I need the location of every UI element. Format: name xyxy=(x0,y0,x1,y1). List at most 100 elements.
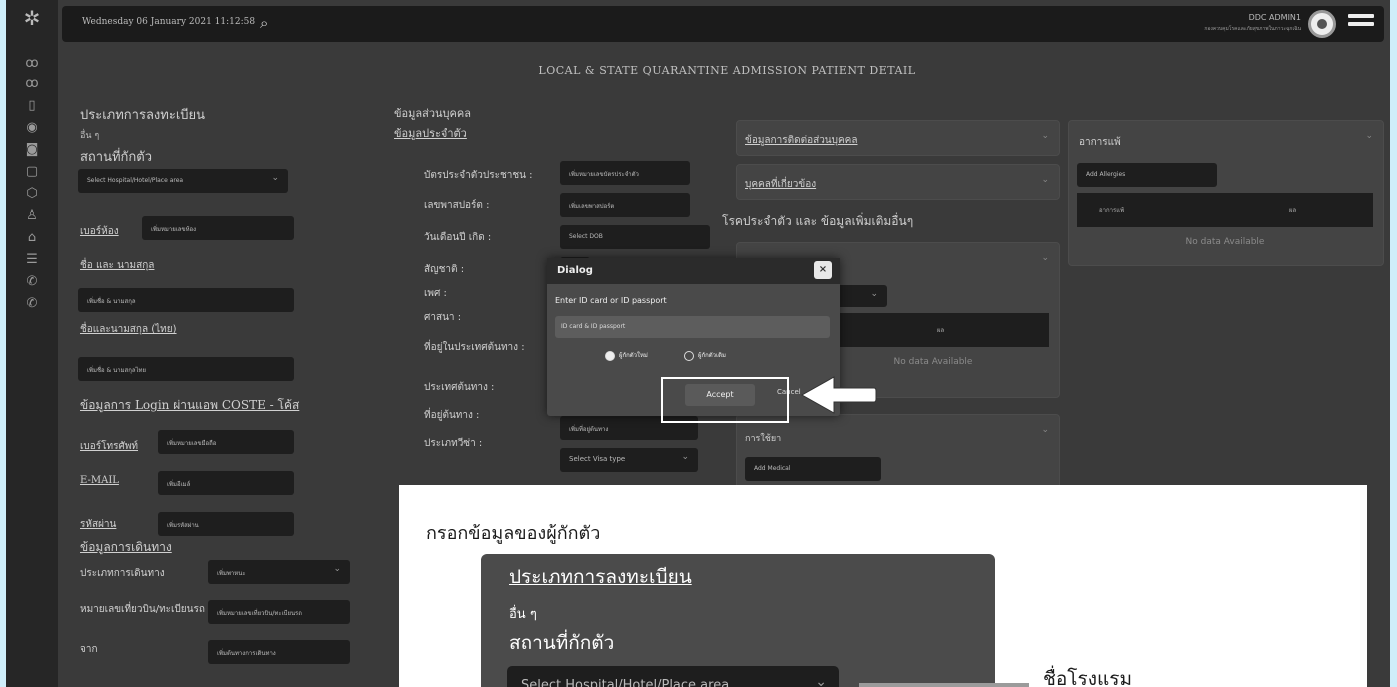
flight-input[interactable]: เพิ่มหมายเลขเที่ยวบิน/ทะเบียนรถ xyxy=(208,600,350,624)
password-input[interactable]: เพิ่มรหัสผ่าน xyxy=(158,512,294,536)
name-th-input[interactable]: เพิ่มชื่อ & นามสกุลไทย xyxy=(78,357,294,381)
radio-dot-selected[interactable] xyxy=(605,350,615,361)
passport-label: เลขพาสปอร์ต : xyxy=(424,200,490,211)
room-input[interactable]: เพิ่มหมายเลขห้อง xyxy=(142,216,294,240)
users-icon[interactable]: ꝏ xyxy=(22,54,42,74)
close-button[interactable]: × xyxy=(814,261,832,279)
radio-new-label: ผู้กักตัวใหม่ xyxy=(619,352,648,359)
contact-title: ข้อมูลการติดต่อส่วนบุคคล xyxy=(745,135,858,146)
hotel-name-label: ชื่อโรงแรม xyxy=(1043,668,1132,687)
camera-icon[interactable]: ◙ xyxy=(22,140,42,160)
religion-label: ศาสนา : xyxy=(424,312,462,323)
related-panel[interactable]: บุคคลที่เกี่ยวข้อง ⌄ xyxy=(736,164,1060,200)
name-en-label: ชื่อ และ นามสกุล xyxy=(80,260,155,271)
related-title: บุคคลที่เกี่ยวข้อง xyxy=(745,179,817,190)
radio-old-label: ผู้กักตัวเดิม xyxy=(698,352,726,359)
datetime-text: Wednesday 06 January 2021 11:12:58 xyxy=(82,17,256,27)
dob-input[interactable]: Select DOB xyxy=(560,225,710,249)
from-label: จาก xyxy=(80,644,98,655)
instruction-callout: กรอกข้อมูลของผู้กักตัว ประเภทการลงทะเบีย… xyxy=(399,485,1367,687)
from-input[interactable]: เพิ่มต้นทางการเดินทาง xyxy=(208,640,350,664)
travel-type-select[interactable]: เพิ่มพาหนะ xyxy=(208,560,350,584)
top-bar: Wednesday 06 January 2021 11:12:58 ⌕ DDC… xyxy=(62,6,1384,42)
contact-panel[interactable]: ข้อมูลการติดต่อส่วนบุคคล ⌄ xyxy=(736,120,1060,156)
id-card-input[interactable]: เพิ่มหมายเลขบัตรประจำตัว xyxy=(560,161,690,185)
disease-no-data: No data Available xyxy=(893,357,973,367)
accept-highlight-box xyxy=(661,377,789,423)
location-icon[interactable]: ◉ xyxy=(22,118,42,138)
page-title: LOCAL & STATE QUARANTINE ADMISSION PATIE… xyxy=(538,64,916,77)
phone-label: เบอร์โทรศัพท์ xyxy=(80,441,139,452)
password-label: รหัสผ่าน xyxy=(80,519,117,530)
name-en-input[interactable]: เพิ่มชื่อ & นามสกุล xyxy=(78,288,294,312)
person-icon[interactable]: ♙ xyxy=(22,206,42,226)
name-th-label: ชื่อและนามสกุล (ไทย) xyxy=(80,324,177,335)
travel-type-label: ประเภทการเดินทาง xyxy=(80,568,165,579)
admin-name: DDC ADMIN1 xyxy=(1248,13,1301,22)
phone-icon[interactable]: ✆ xyxy=(22,272,42,292)
zoom-reg-type-value: อื่น ๆ xyxy=(509,607,537,622)
chevron-down-icon[interactable]: ⌄ xyxy=(1041,131,1049,141)
clipboard-icon[interactable]: ▢ xyxy=(22,162,42,182)
disease-table-header: ผล xyxy=(817,313,1049,347)
user-group-icon[interactable]: ꝏ xyxy=(22,74,42,94)
home-icon[interactable]: ⌂ xyxy=(22,228,42,248)
medication-title: การใช้ยา xyxy=(745,434,782,444)
radio-existing-person[interactable]: ผู้กักตัวเดิม xyxy=(684,350,726,362)
zoomed-panel: ประเภทการลงทะเบียน อื่น ๆ สถานที่กักตัว … xyxy=(481,554,995,687)
reg-type-title: ประเภทการลงทะเบียน xyxy=(80,108,206,123)
chevron-down-icon[interactable]: ⌄ xyxy=(1041,175,1049,185)
server-icon[interactable]: ☰ xyxy=(22,250,42,270)
radio-new-person[interactable]: ผู้กักตัวใหม่ xyxy=(605,350,648,362)
callout-pointer-line xyxy=(859,683,1029,687)
nationality-label: สัญชาติ : xyxy=(424,264,465,275)
dob-label: วันเดือนปี เกิด : xyxy=(424,232,492,243)
travel-title: ข้อมูลการเดินทาง xyxy=(80,540,172,554)
email-label: E-MAIL xyxy=(80,475,119,486)
dialog-titlebar: Dialog × xyxy=(547,258,840,284)
search-icon[interactable]: ⌕ xyxy=(260,13,280,33)
sex-label: เพศ : xyxy=(424,288,447,299)
visa-label: ประเภทวีซ่า : xyxy=(424,438,483,449)
map-icon[interactable]: ▯ xyxy=(22,96,42,116)
allergy-panel: อาการแพ้ ⌄ Add Allergies อาการแพ้ ผล No … xyxy=(1068,120,1384,266)
sidebar-rail: ✲ ꝏ ꝏ ▯ ◉ ◙ ▢ ⬡ ♙ ⌂ ☰ ✆ ✆ xyxy=(6,0,58,687)
phone-input[interactable]: เพิ่มหมายเลขมือถือ xyxy=(158,430,294,454)
callout-heading: กรอกข้อมูลของผู้กักตัว xyxy=(426,523,601,544)
zoom-place-title: สถานที่กักตัว xyxy=(509,632,615,654)
chevron-down-icon[interactable]: ⌄ xyxy=(1041,425,1049,435)
avatar[interactable] xyxy=(1308,10,1336,38)
radio-dot[interactable] xyxy=(684,350,694,361)
dialog-title: Dialog xyxy=(557,265,593,276)
allergy-col-2: ผล xyxy=(1289,207,1297,214)
email-input[interactable]: เพิ่มอีเมล์ xyxy=(158,471,294,495)
chevron-down-icon[interactable]: ⌄ xyxy=(1041,253,1049,263)
login-title: ข้อมูลการ Login ผ่านแอพ COSTE - โค้ส xyxy=(80,398,300,412)
flight-label: หมายเลขเที่ยวบิน/ทะเบียนรถ xyxy=(80,604,205,615)
id-card-label: บัตรประจำตัวประชาชน : xyxy=(424,170,533,181)
chevron-down-icon[interactable]: ⌄ xyxy=(1365,131,1373,141)
allergy-title: อาการแพ้ xyxy=(1079,137,1121,148)
dialog-prompt: Enter ID card or ID passport xyxy=(555,296,667,305)
reg-type-value: อื่น ๆ xyxy=(80,131,100,141)
personal-title: ข้อมูลส่วนบุคคล xyxy=(394,107,471,120)
allergy-table-header: อาการแพ้ ผล xyxy=(1077,193,1373,227)
hamburger-menu-icon[interactable] xyxy=(1348,14,1374,34)
disease-title: โรคประจำตัว และ ข้อมูลเพิ่มเติมอื่นๆ xyxy=(722,214,914,228)
app-logo-icon[interactable]: ✲ xyxy=(20,6,44,30)
visa-select[interactable]: Select Visa type xyxy=(560,448,698,472)
place-select[interactable]: Select Hospital/Hotel/Place area xyxy=(78,169,288,193)
allergy-add-input[interactable]: Add Allergies xyxy=(1077,163,1217,187)
passport-input[interactable]: เพิ่มเลขพาสปอร์ต xyxy=(560,193,690,217)
id-passport-input[interactable]: ID card & ID passport xyxy=(555,316,830,338)
id-section-title: ข้อมูลประจำตัว xyxy=(394,127,467,140)
zoom-place-select[interactable]: Select Hospital/Hotel/Place area xyxy=(507,666,839,687)
allergy-no-data: No data Available xyxy=(1185,237,1265,247)
phone-call-icon[interactable]: ✆ xyxy=(22,294,42,314)
origin-address-label: ที่อยู่ต้นทาง : xyxy=(424,410,480,421)
pointer-arrow-icon xyxy=(800,376,877,414)
address-origin-label: ที่อยู่ในประเทศต้นทาง : xyxy=(424,342,525,353)
medication-add-input[interactable]: Add Medical xyxy=(745,457,881,481)
box-icon[interactable]: ⬡ xyxy=(22,184,42,204)
place-title: สถานที่กักตัว xyxy=(80,150,153,165)
